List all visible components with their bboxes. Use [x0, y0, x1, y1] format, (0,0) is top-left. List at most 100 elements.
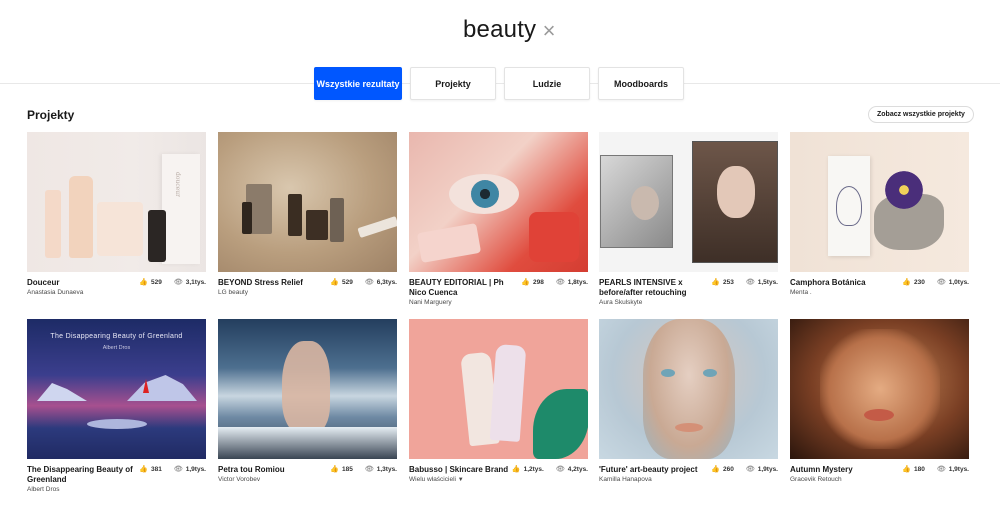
project-owner[interactable]: Aura Skulskyte: [599, 299, 778, 307]
eye-icon: 👁: [364, 466, 374, 473]
project-stats: 👍 1,2tys. 👁 4,2tys.: [512, 465, 588, 474]
project-stats: 👍 529 👁 6,3tys.: [330, 278, 397, 287]
project-card[interactable]: douceur Douceur Anastasia Dunaeva 👍 529 …: [27, 132, 206, 297]
project-thumbnail[interactable]: [409, 319, 588, 459]
project-owner[interactable]: Albert Dros: [27, 486, 206, 494]
project-stats: 👍 260 👁 1,9tys.: [711, 465, 778, 474]
project-card[interactable]: The Disappearing Beauty of Greenland Alb…: [27, 319, 206, 494]
project-card[interactable]: Autumn Mystery Gracevik Retouch 👍 180 👁 …: [790, 319, 969, 484]
iris-shape: [471, 180, 499, 208]
project-thumbnail[interactable]: douceur: [27, 132, 206, 272]
project-title[interactable]: Douceur: [27, 278, 137, 288]
product-bottle: [45, 190, 61, 258]
project-card[interactable]: 'Future' art-beauty project Kamilla Hana…: [599, 319, 778, 484]
view-count: 3,1tys.: [185, 278, 206, 286]
lips-shape: [864, 409, 894, 421]
project-title[interactable]: Autumn Mystery: [790, 465, 900, 475]
like-count: 230: [914, 278, 925, 286]
iceberg-shape: [127, 375, 197, 401]
project-title[interactable]: BEYOND Stress Relief: [218, 278, 328, 288]
project-card[interactable]: BEAUTY EDITORIAL | Ph Nico Cuenca Nani M…: [409, 132, 588, 307]
thumbs-up-icon: 👍: [139, 466, 148, 473]
paint-stroke: [416, 223, 482, 263]
project-owner[interactable]: Victor Vorobev: [218, 476, 397, 484]
thumbs-up-icon: 👍: [330, 279, 339, 286]
figure-shape: [282, 341, 330, 433]
thumbs-up-icon: 👍: [330, 466, 339, 473]
eye-icon: 👁: [936, 279, 946, 286]
iceberg-shape: [37, 383, 87, 401]
project-title[interactable]: BEAUTY EDITORIAL | Ph Nico Cuenca: [409, 278, 519, 298]
image-title: The Disappearing Beauty of Greenland: [50, 333, 183, 340]
thumbs-up-icon: 👍: [711, 279, 720, 286]
project-owner[interactable]: Menta .: [790, 289, 969, 297]
owner-name[interactable]: Wielu właścicieli: [409, 476, 456, 483]
tab-people[interactable]: Ludzie: [504, 67, 590, 100]
tab-projects[interactable]: Projekty: [410, 67, 496, 100]
project-card[interactable]: BEYOND Stress Relief LG beauty 👍 529 👁 6…: [218, 132, 397, 297]
project-card[interactable]: Petra tou Romiou Victor Vorobev 👍 185 👁 …: [218, 319, 397, 484]
thumbs-up-icon: 👍: [711, 466, 720, 473]
project-card[interactable]: Camphora Botánica Menta . 👍 230 👁 1,0tys…: [790, 132, 969, 297]
result-tabs: Wszystkie rezultaty Projekty Ludzie Mood…: [314, 67, 684, 100]
tab-moodboards[interactable]: Moodboards: [598, 67, 684, 100]
project-thumbnail[interactable]: [790, 319, 969, 459]
search-query[interactable]: beauty: [463, 16, 536, 44]
eye-icon: 👁: [555, 279, 565, 286]
eye-icon: 👁: [364, 279, 374, 286]
like-count: 298: [533, 278, 544, 286]
product-tube: [357, 216, 397, 238]
product-jar: [97, 202, 143, 256]
tab-all-results[interactable]: Wszystkie rezultaty: [314, 67, 402, 100]
eye-icon: 👁: [936, 466, 946, 473]
view-count: 1,3tys.: [376, 465, 397, 473]
product-bottle: [242, 202, 252, 234]
project-thumbnail[interactable]: [790, 132, 969, 272]
eye-shape: [661, 369, 675, 377]
project-title[interactable]: Babusso | Skincare Brand: [409, 465, 519, 475]
eye-shape: [703, 369, 717, 377]
eye-icon: 👁: [745, 279, 755, 286]
like-count: 381: [151, 465, 162, 473]
view-count: 4,2tys.: [567, 465, 588, 473]
project-owner[interactable]: Gracevik Retouch: [790, 476, 969, 484]
project-owner[interactable]: Kamilla Hanapova: [599, 476, 778, 484]
product-box: [828, 156, 870, 256]
project-title[interactable]: PEARLS INTENSIVE x before/after retouchi…: [599, 278, 709, 298]
like-count: 180: [914, 465, 925, 473]
project-owner[interactable]: Wielu właścicieli ▼: [409, 476, 588, 484]
project-title[interactable]: The Disappearing Beauty of Greenland: [27, 465, 137, 485]
product-bottle: [69, 176, 93, 258]
botanical-illustration: [836, 186, 862, 226]
project-thumbnail[interactable]: [218, 132, 397, 272]
view-count: 1,9tys.: [757, 465, 778, 473]
project-card[interactable]: Babusso | Skincare Brand Wielu właścicie…: [409, 319, 588, 484]
see-all-projects-button[interactable]: Zobacz wszystkie projekty: [868, 106, 974, 123]
project-title[interactable]: Petra tou Romiou: [218, 465, 328, 475]
project-thumbnail[interactable]: [599, 132, 778, 272]
clear-search-icon[interactable]: ×: [540, 20, 558, 42]
image-subtitle: Albert Dros: [102, 345, 131, 351]
face-shape: [631, 186, 659, 220]
project-thumbnail[interactable]: The Disappearing Beauty of Greenland Alb…: [27, 319, 206, 459]
caret-down-icon[interactable]: ▼: [458, 477, 464, 483]
like-count: 185: [342, 465, 353, 473]
eye-icon: 👁: [173, 279, 183, 286]
like-count: 529: [151, 278, 162, 286]
project-owner[interactable]: Anastasia Dunaeva: [27, 289, 206, 297]
rock-shape: [330, 198, 344, 242]
like-count: 253: [723, 278, 734, 286]
project-thumbnail[interactable]: [218, 319, 397, 459]
project-owner[interactable]: Nani Marguery: [409, 299, 588, 307]
project-thumbnail[interactable]: [599, 319, 778, 459]
eye-icon: 👁: [173, 466, 183, 473]
before-photo: [600, 155, 673, 248]
project-card[interactable]: PEARLS INTENSIVE x before/after retouchi…: [599, 132, 778, 307]
project-owner[interactable]: LG beauty: [218, 289, 397, 297]
project-title[interactable]: 'Future' art-beauty project: [599, 465, 709, 475]
thumbs-up-icon: 👍: [902, 466, 911, 473]
wave-shape: [218, 427, 397, 459]
face-shape: [820, 329, 940, 449]
project-title[interactable]: Camphora Botánica: [790, 278, 900, 288]
project-thumbnail[interactable]: [409, 132, 588, 272]
